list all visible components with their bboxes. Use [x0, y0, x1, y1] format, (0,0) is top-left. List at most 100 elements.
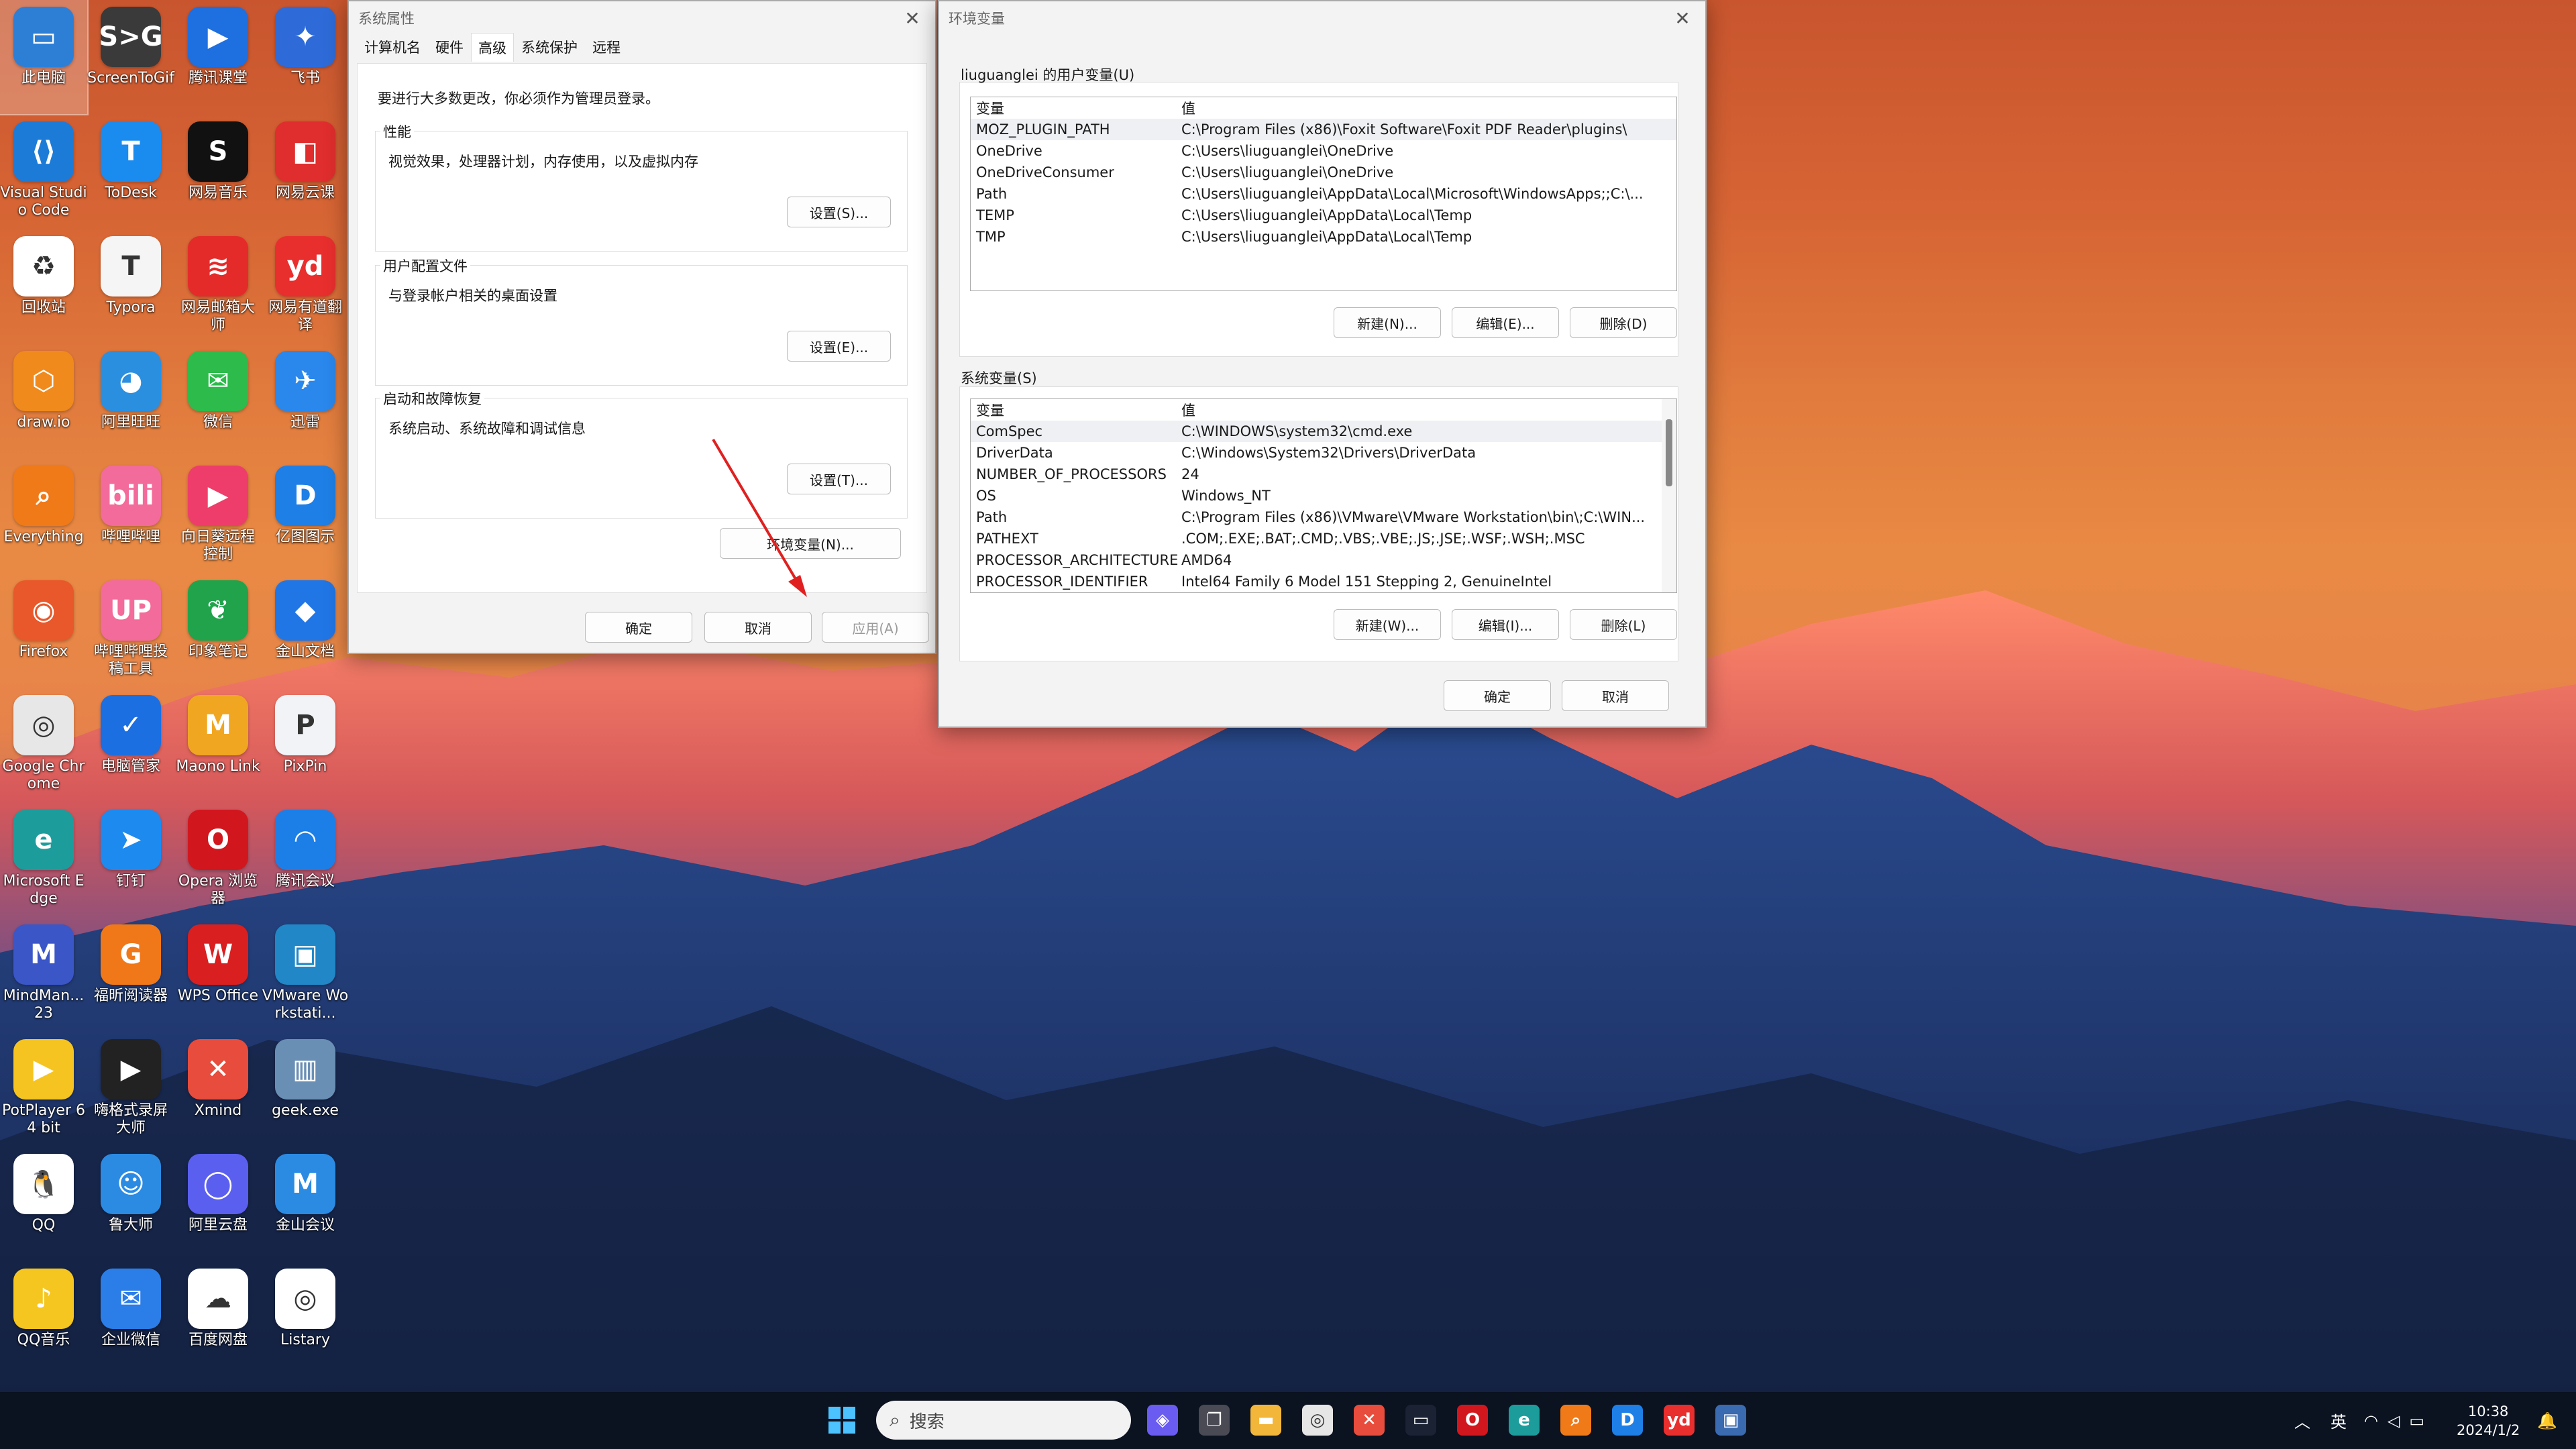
desktop-icon[interactable]: ⌕ Everything [0, 459, 87, 573]
variable-row[interactable]: OneDriveConsumer C:\Users\liuguanglei\One… [971, 162, 1676, 183]
chrome-icon[interactable]: ◎ [1302, 1405, 1333, 1436]
tab-remote[interactable]: 远程 [585, 32, 628, 62]
tab-advanced[interactable]: 高级 [471, 33, 514, 62]
chevron-up-icon[interactable]: ︿ [2294, 1409, 2310, 1432]
desktop-icon[interactable]: ♻ 回收站 [0, 229, 87, 343]
environment-variables-window[interactable]: 环境变量 ✕ liuguanglei 的用户变量(U) 变量 值 MOZ_PLU… [938, 0, 1707, 728]
clock[interactable]: 10:38 2024/1/2 [2457, 1392, 2520, 1449]
desktop-icon[interactable]: 🐧 QQ [0, 1147, 87, 1261]
system-edit-button[interactable]: 编辑(I)... [1452, 609, 1559, 640]
opera-icon[interactable]: O [1457, 1405, 1488, 1436]
variable-row[interactable]: DriverData C:\Windows\System32\Drivers\Dr… [971, 442, 1676, 464]
variable-row[interactable]: OneDrive C:\Users\liuguanglei\OneDrive [971, 140, 1676, 162]
desktop-icon[interactable]: ◉ Firefox [0, 574, 87, 688]
desktop-icon[interactable]: ✕ Xmind [174, 1032, 262, 1146]
tab-computer-name[interactable]: 计算机名 [357, 32, 428, 62]
variable-row[interactable]: Path C:\Users\liuguanglei\AppData\Local\M… [971, 183, 1676, 205]
tab-hardware[interactable]: 硬件 [428, 32, 471, 62]
desktop-icon[interactable]: ▶ 向日葵远程控制 [174, 459, 262, 573]
desktop-icon[interactable]: ▶ PotPlayer 64 bit [0, 1032, 87, 1146]
desktop-icon[interactable]: ✈ 迅雷 [262, 344, 349, 458]
desktop-icon[interactable]: ❦ 印象笔记 [174, 574, 262, 688]
desktop-icon[interactable]: ✉ 企业微信 [87, 1262, 174, 1376]
env-ok-button[interactable]: 确定 [1444, 680, 1551, 711]
desktop-icon[interactable]: ➤ 钉钉 [87, 803, 174, 917]
youdao-icon[interactable]: yd [1664, 1405, 1695, 1436]
desktop-icon[interactable]: ☺ 鲁大师 [87, 1147, 174, 1261]
desktop-icon[interactable]: T ToDesk [87, 115, 174, 229]
system-properties-window[interactable]: 系统属性 ✕ 计算机名 硬件 高级 系统保护 远程 要进行大多数更改，你必须作为… [347, 0, 936, 654]
desktop-icon[interactable]: ◎ Listary [262, 1262, 349, 1376]
close-icon[interactable]: ✕ [1669, 7, 1696, 30]
desktop-icon[interactable]: O Opera 浏览器 [174, 803, 262, 917]
system-properties-icon[interactable]: ▣ [1715, 1405, 1746, 1436]
desktop-icon[interactable]: ⬡ draw.io [0, 344, 87, 458]
notification-bell-icon[interactable]: 🔔 [2537, 1392, 2557, 1449]
desktop-icon[interactable]: ≋ 网易邮箱大师 [174, 229, 262, 343]
desktop-icon[interactable]: ☁ 百度网盘 [174, 1262, 262, 1376]
column-header-value[interactable]: 值 [1181, 400, 1676, 420]
edge-icon[interactable]: e [1509, 1405, 1540, 1436]
environment-variables-titlebar[interactable]: 环境变量 ✕ [939, 1, 1705, 35]
column-header-value[interactable]: 值 [1181, 98, 1676, 118]
desktop-icon[interactable]: M Maono Link [174, 688, 262, 802]
file-explorer-icon[interactable]: ▬ [1250, 1405, 1281, 1436]
system-variables-list[interactable]: 变量 值 ComSpec C:\WINDOWS\system32\cmd.exe D… [970, 398, 1677, 593]
variable-row[interactable]: NUMBER_OF_PROCESSORS 24 [971, 464, 1676, 485]
desktop-icon[interactable]: ◆ 金山文档 [262, 574, 349, 688]
desktop-icon[interactable]: ◕ 阿里旺旺 [87, 344, 174, 458]
desktop-icon[interactable]: P PixPin [262, 688, 349, 802]
ime-indicator[interactable]: 英 [2330, 1409, 2347, 1432]
desktop-icon[interactable]: ✓ 电脑管家 [87, 688, 174, 802]
desktop-icon[interactable]: D 亿图图示 [262, 459, 349, 573]
wifi-icon[interactable]: ◠ [2364, 1411, 2378, 1430]
speaker-icon[interactable]: ◁ [2387, 1411, 2400, 1430]
ok-button[interactable]: 确定 [585, 612, 692, 643]
user-delete-button[interactable]: 删除(D) [1570, 307, 1677, 338]
user-new-button[interactable]: 新建(N)... [1334, 307, 1441, 338]
copilot-icon[interactable]: ◈ [1147, 1405, 1178, 1436]
tab-system-protection[interactable]: 系统保护 [514, 32, 585, 62]
system-delete-button[interactable]: 删除(L) [1570, 609, 1677, 640]
desktop-icon[interactable]: ▶ 嗨格式录屏大师 [87, 1032, 174, 1146]
variable-row[interactable]: PROCESSOR_ARCHITECTURE AMD64 [971, 549, 1676, 571]
desktop-icon[interactable]: ✦ 飞书 [262, 0, 349, 114]
desktop-icon[interactable]: ▣ VMware Workstati... [262, 918, 349, 1032]
system-properties-titlebar[interactable]: 系统属性 ✕ [349, 1, 935, 35]
battery-icon[interactable]: ▭ [2409, 1411, 2424, 1430]
scrollbar-thumb[interactable] [1666, 419, 1672, 486]
desktop-icon[interactable]: M 金山会议 [262, 1147, 349, 1261]
taskbar-search[interactable]: ⌕ 搜索 [876, 1401, 1131, 1440]
desktop-icon[interactable]: ▥ geek.exe [262, 1032, 349, 1146]
column-header-variable[interactable]: 变量 [971, 98, 1181, 118]
user-profile-settings-button[interactable]: 设置(E)... [787, 331, 891, 362]
desktop-icon[interactable]: ◠ 腾讯会议 [262, 803, 349, 917]
desktop-icon[interactable]: ◎ Google Chrome [0, 688, 87, 802]
desktop-icon[interactable]: ◧ 网易云课 [262, 115, 349, 229]
desktop-icon[interactable]: ✉ 微信 [174, 344, 262, 458]
apply-button[interactable]: 应用(A) [822, 612, 929, 643]
performance-settings-button[interactable]: 设置(S)... [787, 197, 891, 227]
desktop-icon[interactable]: W WPS Office [174, 918, 262, 1032]
desktop-icon[interactable]: yd 网易有道翻译 [262, 229, 349, 343]
desktop-icon[interactable]: T Typora [87, 229, 174, 343]
variable-row[interactable]: MOZ_PLUGIN_PATH C:\Program Files (x86)\Fo… [971, 119, 1676, 140]
user-edit-button[interactable]: 编辑(E)... [1452, 307, 1559, 338]
close-icon[interactable]: ✕ [899, 7, 926, 30]
desktop-icon[interactable]: S>G ScreenToGif [87, 0, 174, 114]
task-view-icon[interactable]: ❐ [1199, 1405, 1230, 1436]
column-header-variable[interactable]: 变量 [971, 400, 1181, 420]
system-new-button[interactable]: 新建(W)... [1334, 609, 1441, 640]
camera-icon[interactable]: ▭ [1405, 1405, 1436, 1436]
desktop-icon[interactable]: G 福昕阅读器 [87, 918, 174, 1032]
desktop-icon[interactable]: ⟨⟩ Visual Studio Code [0, 115, 87, 229]
desktop-icon[interactable]: bili 哔哩哔哩 [87, 459, 174, 573]
cancel-button[interactable]: 取消 [704, 612, 812, 643]
variable-row[interactable]: TEMP C:\Users\liuguanglei\AppData\Local\T… [971, 205, 1676, 226]
edraw-icon[interactable]: D [1612, 1405, 1643, 1436]
xmind-icon[interactable]: ✕ [1354, 1405, 1385, 1436]
user-variables-list[interactable]: 变量 值 MOZ_PLUGIN_PATH C:\Program Files (x8… [970, 97, 1677, 291]
variable-row[interactable]: PATHEXT .COM;.EXE;.BAT;.CMD;.VBS;.VBE;.JS… [971, 528, 1676, 549]
desktop-icon[interactable]: ◯ 阿里云盘 [174, 1147, 262, 1261]
desktop-icon[interactable]: e Microsoft Edge [0, 803, 87, 917]
